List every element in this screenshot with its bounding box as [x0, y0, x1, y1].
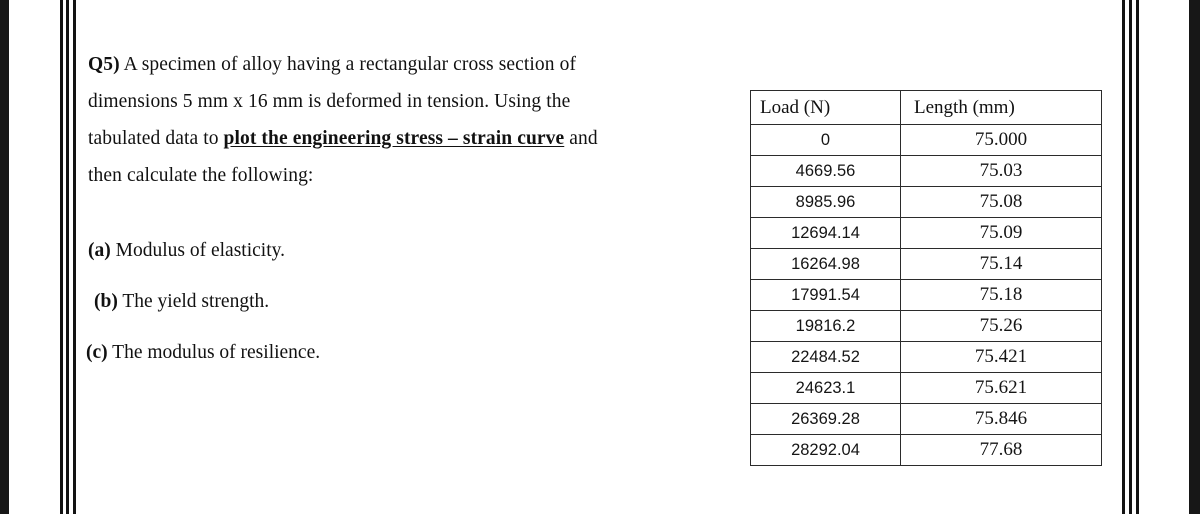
table-row: 4669.56 75.03	[750, 155, 1102, 187]
cell-length: 75.08	[900, 186, 1102, 218]
left-margin-rules	[60, 0, 82, 514]
cell-load: 26369.28	[750, 403, 901, 435]
question-line-4: then calculate the following:	[88, 165, 314, 186]
right-margin-rules	[1120, 0, 1142, 514]
question-text-block: Q5) A specimen of alloy having a rectang…	[88, 46, 713, 194]
cell-load: 0	[750, 124, 901, 156]
question-line-3-suffix: and	[564, 128, 598, 149]
cell-load: 17991.54	[750, 279, 901, 311]
margin-rule-1	[60, 0, 63, 514]
cell-length: 75.09	[900, 217, 1102, 249]
cell-load: 8985.96	[750, 186, 901, 218]
margin-rule-2	[66, 0, 69, 514]
question-line-2: dimensions 5 mm x 16 mm is deformed in t…	[88, 91, 571, 112]
margin-rule-3	[73, 0, 76, 514]
question-line-3: tabulated data to plot the engineering s…	[88, 120, 713, 157]
load-length-table: Load (N) Length (mm) 0 75.000 4669.56 75.03…	[750, 90, 1102, 466]
table-row: 12694.14 75.09	[750, 217, 1102, 249]
cell-length: 75.18	[900, 279, 1102, 311]
question-line-1: Q5) A specimen of alloy having a rectang…	[88, 46, 713, 83]
sub-item-c: (c) The modulus of resilience.	[84, 342, 524, 393]
table-header: Load (N) Length (mm)	[750, 90, 1102, 125]
question-number: Q5)	[88, 54, 120, 75]
cell-load: 28292.04	[750, 434, 901, 466]
cell-length: 75.000	[900, 124, 1102, 156]
question-sub-items: (a) Modulus of elasticity. (b) The yield…	[84, 240, 524, 393]
question-emphasis-phrase: plot the engineering stress – strain cur…	[223, 128, 565, 149]
cell-length: 75.421	[900, 341, 1102, 373]
margin-rule-1	[1122, 0, 1125, 514]
column-header-load: Load (N)	[750, 90, 901, 125]
table-row: 8985.96 75.08	[750, 186, 1102, 218]
cell-length: 75.03	[900, 155, 1102, 187]
cell-load: 16264.98	[750, 248, 901, 280]
cell-length: 75.14	[900, 248, 1102, 280]
page-right-edge-shadow	[1189, 0, 1200, 514]
page-left-edge-shadow	[0, 0, 9, 514]
cell-load: 19816.2	[750, 310, 901, 342]
margin-rule-2	[1129, 0, 1132, 514]
table-row: 22484.52 75.421	[750, 341, 1102, 373]
cell-length: 75.846	[900, 403, 1102, 435]
sub-item-b-marker: (b)	[94, 291, 118, 312]
question-line-1-rest: A specimen of alloy having a rectangular…	[119, 54, 577, 75]
cell-load: 12694.14	[750, 217, 901, 249]
column-header-length: Length (mm)	[900, 90, 1102, 125]
table-row: 26369.28 75.846	[750, 403, 1102, 435]
cell-load: 4669.56	[750, 155, 901, 187]
sub-item-b: (b) The yield strength.	[84, 291, 524, 342]
table-body: 0 75.000 4669.56 75.03 8985.96 75.08 12694.14 7…	[750, 124, 1102, 466]
table-row: 17991.54 75.18	[750, 279, 1102, 311]
question-line-3-prefix: tabulated data to	[88, 128, 224, 149]
sub-item-c-text: The modulus of resilience.	[107, 342, 321, 363]
scanned-page: Q5) A specimen of alloy having a rectang…	[0, 0, 1200, 514]
cell-length: 75.621	[900, 372, 1102, 404]
sub-item-c-marker: (c)	[86, 342, 108, 363]
table-header-row: Load (N) Length (mm)	[750, 90, 1102, 125]
cell-load: 22484.52	[750, 341, 901, 373]
table-row: 28292.04 77.68	[750, 434, 1102, 466]
sub-item-a-text: Modulus of elasticity.	[110, 240, 285, 261]
table-row: 24623.1 75.621	[750, 372, 1102, 404]
table-row: 19816.2 75.26	[750, 310, 1102, 342]
sub-item-a: (a) Modulus of elasticity.	[84, 240, 524, 291]
sub-item-a-marker: (a)	[88, 240, 111, 261]
sub-item-b-text: The yield strength.	[117, 291, 270, 312]
cell-load: 24623.1	[750, 372, 901, 404]
table-row: 16264.98 75.14	[750, 248, 1102, 280]
margin-rule-3	[1136, 0, 1139, 514]
cell-length: 75.26	[900, 310, 1102, 342]
cell-length: 77.68	[900, 434, 1102, 466]
table-row: 0 75.000	[750, 124, 1102, 156]
